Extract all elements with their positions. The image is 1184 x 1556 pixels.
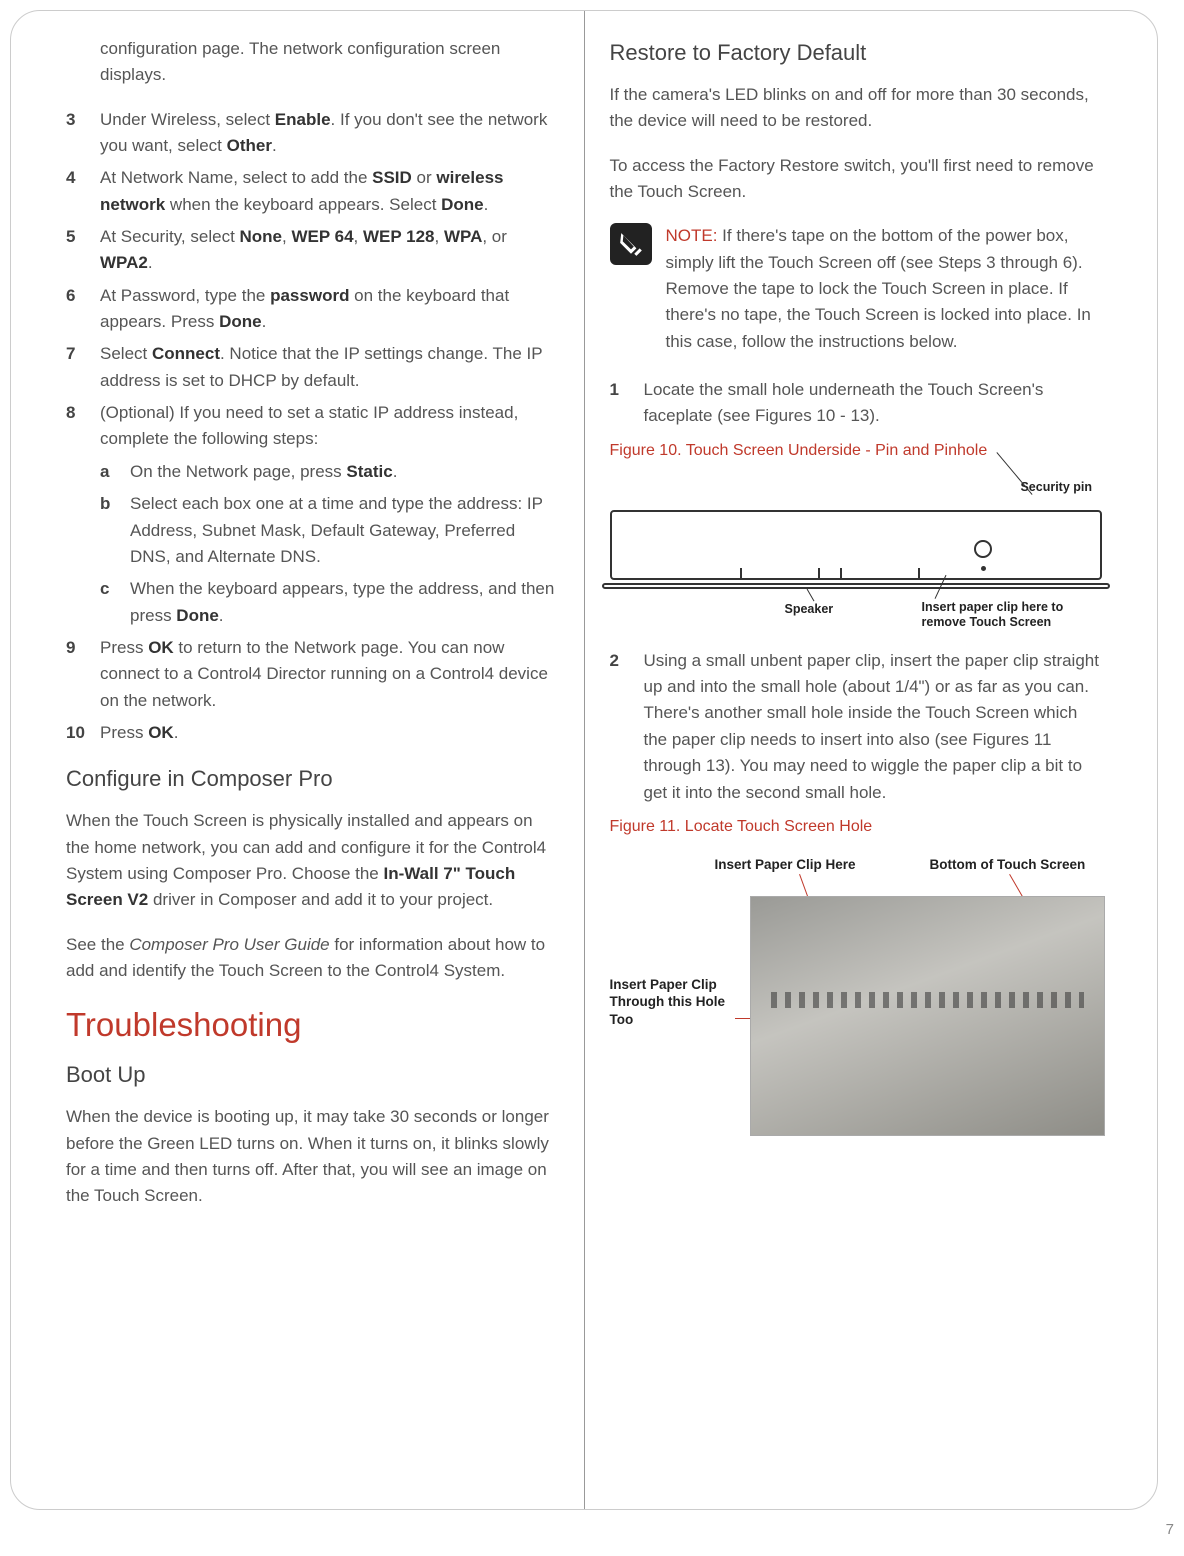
paragraph: When the device is booting up, it may ta… (66, 1104, 559, 1209)
note-icon (610, 223, 652, 265)
step-text: At Network Name, select to add the SSID … (100, 165, 559, 218)
left-column: configuration page. The network configur… (41, 36, 584, 1484)
paragraph: When the Touch Screen is physically inst… (66, 808, 559, 913)
callout-line (806, 588, 814, 601)
step-text: Using a small unbent paper clip, insert … (644, 648, 1103, 806)
substep-text: On the Network page, press Static. (130, 459, 397, 485)
step-text: Press OK. (100, 720, 178, 746)
step-3: 3 Under Wireless, select Enable. If you … (66, 107, 559, 160)
label-speaker: Speaker (785, 602, 834, 616)
label-insert-clip-here: Insert Paper Clip Here (715, 856, 856, 874)
paragraph: If the camera's LED blinks on and off fo… (610, 82, 1103, 135)
substep-c: c When the keyboard appears, type the ad… (100, 576, 559, 629)
step-text: Press OK to return to the Network page. … (100, 635, 559, 714)
step-7: 7 Select Connect. Notice that the IP set… (66, 341, 559, 394)
step-8: 8 (Optional) If you need to set a static… (66, 400, 559, 453)
substep-b: b Select each box one at a time and type… (100, 491, 559, 570)
diagram-base (602, 583, 1111, 589)
figure-11-caption: Figure 11. Locate Touch Screen Hole (610, 818, 1103, 836)
figure-10-caption: Figure 10. Touch Screen Underside - Pin … (610, 442, 1103, 460)
step-number: 1 (610, 377, 644, 430)
substep-letter: b (100, 491, 130, 570)
note-block: NOTE: If there's tape on the bottom of t… (610, 223, 1103, 355)
step-text: Select Connect. Notice that the IP setti… (100, 341, 559, 394)
paragraph: See the Composer Pro User Guide for info… (66, 932, 559, 985)
figure-10-diagram: Security pin Speaker Insert paper clip h… (610, 470, 1103, 630)
restore-step-2: 2 Using a small unbent paper clip, inser… (610, 648, 1103, 806)
page-number: 7 (1166, 1521, 1174, 1538)
restore-step-1: 1 Locate the small hole underneath the T… (610, 377, 1103, 430)
substep-text: When the keyboard appears, type the addr… (130, 576, 559, 629)
note-text: NOTE: If there's tape on the bottom of t… (666, 223, 1103, 355)
label-insert-through-hole: Insert Paper Clip Through this Hole Too (610, 976, 750, 1029)
step-text: At Password, type the password on the ke… (100, 283, 559, 336)
step-number: 4 (66, 165, 100, 218)
diagram-speaker (740, 568, 820, 580)
step-text: Under Wireless, select Enable. If you do… (100, 107, 559, 160)
diagram-speaker (840, 568, 920, 580)
heading-boot-up: Boot Up (66, 1062, 559, 1088)
step-number: 5 (66, 224, 100, 277)
step-number: 10 (66, 720, 100, 746)
figure-11-diagram: Insert Paper Clip Here Bottom of Touch S… (610, 846, 1103, 1166)
step-4: 4 At Network Name, select to add the SSI… (66, 165, 559, 218)
substep-a: a On the Network page, press Static. (100, 459, 559, 485)
step-number: 9 (66, 635, 100, 714)
step-6: 6 At Password, type the password on the … (66, 283, 559, 336)
step-text: (Optional) If you need to set a static I… (100, 400, 559, 453)
step-number: 3 (66, 107, 100, 160)
step-10: 10 Press OK. (66, 720, 559, 746)
heading-restore: Restore to Factory Default (610, 40, 1103, 66)
substep-letter: a (100, 459, 130, 485)
substep-letter: c (100, 576, 130, 629)
step-number: 7 (66, 341, 100, 394)
label-insert-clip: Insert paper clip here to remove Touch S… (922, 600, 1087, 631)
step-number: 6 (66, 283, 100, 336)
step-5: 5 At Security, select None, WEP 64, WEP … (66, 224, 559, 277)
label-bottom-touchscreen: Bottom of Touch Screen (930, 856, 1086, 874)
step-text: Locate the small hole underneath the Tou… (644, 377, 1103, 430)
diagram-pin-circle (974, 540, 992, 558)
heading-configure-composer: Configure in Composer Pro (66, 766, 559, 792)
step-number: 2 (610, 648, 644, 806)
step-number: 8 (66, 400, 100, 453)
heading-troubleshooting: Troubleshooting (66, 1006, 559, 1044)
step-text: At Security, select None, WEP 64, WEP 12… (100, 224, 559, 277)
diagram-pinhole-dot (981, 566, 986, 571)
step-9: 9 Press OK to return to the Network page… (66, 635, 559, 714)
right-column: Restore to Factory Default If the camera… (585, 36, 1128, 1484)
steps-list: 3 Under Wireless, select Enable. If you … (66, 107, 559, 747)
document-page: configuration page. The network configur… (10, 10, 1158, 1510)
intro-text: configuration page. The network configur… (100, 36, 559, 89)
figure-11-photo (750, 896, 1105, 1136)
substep-text: Select each box one at a time and type t… (130, 491, 559, 570)
paragraph: To access the Factory Restore switch, yo… (610, 153, 1103, 206)
